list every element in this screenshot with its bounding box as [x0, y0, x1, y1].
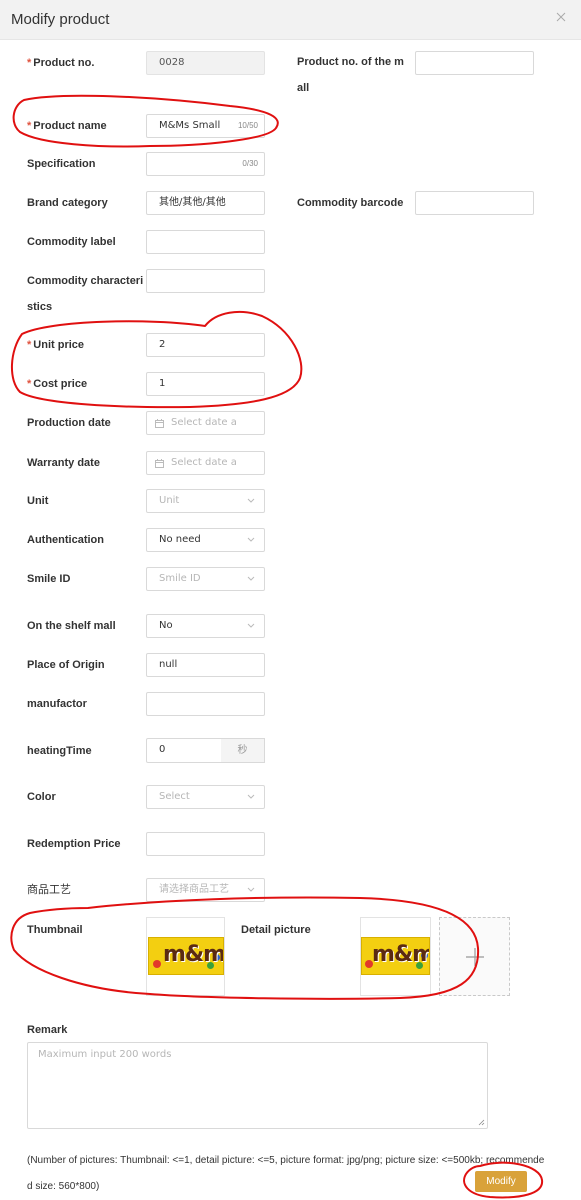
cost-price-input[interactable]: 1	[146, 372, 265, 396]
product-name-label: * Product name	[27, 120, 107, 132]
remark-label: Remark	[27, 1024, 68, 1036]
plus-icon	[466, 948, 484, 966]
detail-picture-upload[interactable]: m&m's	[360, 917, 431, 996]
commodity-characteristics-label: Commodity characteristics	[27, 275, 144, 313]
modify-button[interactable]: Modify	[475, 1171, 527, 1192]
warranty-date-picker[interactable]: Select date a	[146, 451, 265, 475]
specification-input[interactable]: 0/30	[146, 152, 265, 176]
heating-time-input[interactable]: 0	[146, 738, 222, 763]
chevron-down-icon	[247, 887, 255, 892]
annotation-overlay	[10, 94, 544, 1199]
unit-price-label: * Unit price	[27, 339, 85, 351]
chevron-down-icon	[247, 623, 255, 628]
mall-product-no-label: Product no. of the mall	[297, 56, 404, 94]
authentication-select[interactable]: No need	[146, 528, 265, 552]
warranty-date-label: Warranty date	[27, 457, 100, 469]
calendar-icon	[155, 419, 164, 428]
place-of-origin-input[interactable]: null	[146, 653, 265, 677]
unit-select[interactable]: Unit	[146, 489, 265, 513]
chevron-down-icon	[247, 537, 255, 542]
dialog-title: Modify product	[11, 11, 110, 28]
redemption-price-label: Redemption Price	[27, 838, 121, 850]
mm-product-image: m&m's	[361, 937, 430, 975]
required-mark: *	[27, 57, 32, 69]
remark-textarea[interactable]: Maximum input 200 words	[27, 1042, 488, 1129]
specification-label: Specification	[27, 158, 96, 170]
production-date-label: Production date	[27, 417, 111, 429]
craft-label: 商品工艺	[27, 883, 71, 896]
chevron-down-icon	[247, 576, 255, 581]
char-counter: 10/50	[237, 121, 258, 130]
thumbnail-upload[interactable]: m&m's	[146, 917, 225, 996]
char-counter: 0/30	[242, 159, 258, 168]
redemption-price-input[interactable]	[146, 832, 265, 856]
color-select[interactable]: Select	[146, 785, 265, 809]
product-no-label: * Product no.	[27, 57, 95, 69]
mall-product-no-input[interactable]	[415, 51, 534, 75]
smile-id-select[interactable]: Smile ID	[146, 567, 265, 591]
required-mark: *	[27, 339, 32, 351]
add-picture-button[interactable]	[439, 917, 510, 996]
commodity-label-label: Commodity label	[27, 236, 116, 248]
brand-category-input[interactable]: 其他/其他/其他	[146, 191, 265, 215]
chevron-down-icon	[247, 498, 255, 503]
unit-price-input[interactable]: 2	[146, 333, 265, 357]
mm-logo-text: m&m's	[372, 942, 429, 967]
authentication-label: Authentication	[27, 534, 104, 546]
place-of-origin-label: Place of Origin	[27, 659, 105, 671]
required-mark: *	[27, 120, 32, 132]
production-date-picker[interactable]: Select date a	[146, 411, 265, 435]
craft-select[interactable]: 请选择商品工艺	[146, 878, 265, 902]
smile-id-label: Smile ID	[27, 573, 71, 585]
manufactor-input[interactable]	[146, 692, 265, 716]
color-label: Color	[27, 791, 56, 803]
unit-label: Unit	[27, 495, 49, 507]
on-shelf-mall-label: On the shelf mall	[27, 620, 116, 632]
seconds-suffix: 秒	[221, 738, 265, 763]
commodity-barcode-input[interactable]	[415, 191, 534, 215]
manufactor-label: manufactor	[27, 698, 87, 710]
resize-handle-icon[interactable]	[478, 1119, 485, 1126]
required-mark: *	[27, 378, 32, 390]
product-name-input[interactable]: M&Ms Small 10/50	[146, 114, 265, 138]
product-no-input[interactable]: 0028	[146, 51, 265, 75]
on-shelf-mall-select[interactable]: No	[146, 614, 265, 638]
dialog-header: Modify product	[0, 0, 581, 40]
commodity-barcode-label: Commodity barcode	[297, 197, 404, 209]
brand-category-label: Brand category	[27, 197, 108, 209]
calendar-icon	[155, 459, 164, 468]
picture-requirements-note: (Number of pictures: Thumbnail: <=1, det…	[27, 1155, 545, 1192]
cost-price-label: * Cost price	[27, 378, 88, 390]
mm-logo-text: m&m's	[163, 942, 224, 967]
heating-time-label: heatingTime	[27, 745, 92, 757]
close-icon[interactable]	[553, 9, 569, 25]
mm-product-image: m&m's	[148, 937, 224, 975]
commodity-label-input[interactable]	[146, 230, 265, 254]
commodity-characteristics-input[interactable]	[146, 269, 265, 293]
chevron-down-icon	[247, 794, 255, 799]
thumbnail-label: Thumbnail	[27, 924, 83, 936]
detail-picture-label: Detail picture	[241, 924, 311, 936]
